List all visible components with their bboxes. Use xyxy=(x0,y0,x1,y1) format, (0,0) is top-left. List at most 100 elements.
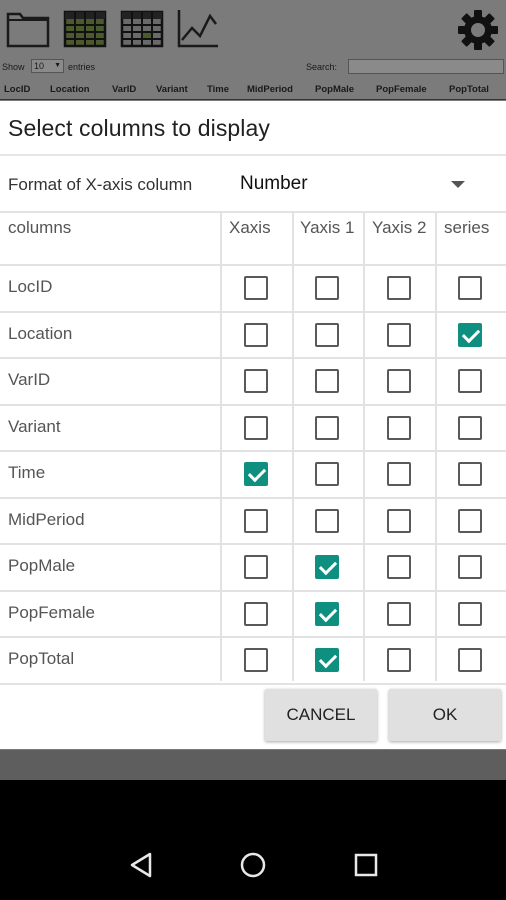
yaxis1-checkbox-poptotal[interactable] xyxy=(315,648,339,672)
xaxis-checkbox-variant[interactable] xyxy=(244,415,268,440)
row-label-varid: VarID xyxy=(8,370,51,389)
ok-button[interactable]: OK xyxy=(389,689,501,741)
yaxis1-checkbox-popmale[interactable] xyxy=(315,555,339,579)
series-checkbox-popfemale[interactable] xyxy=(458,601,482,626)
header-midperiod[interactable]: MidPeriod xyxy=(247,84,293,95)
series-checkbox-location[interactable] xyxy=(458,322,482,347)
dialog-title: Select columns to display xyxy=(8,115,271,141)
yaxis1-checkbox-varid[interactable] xyxy=(315,369,339,393)
yaxis1-checkbox-popfemale[interactable] xyxy=(315,601,339,626)
grid-line xyxy=(0,589,506,592)
row-label-time: Time xyxy=(8,463,46,482)
recents-icon[interactable] xyxy=(346,850,386,880)
series-checkbox-popmale[interactable] xyxy=(458,555,482,579)
grid-line xyxy=(363,211,365,681)
yaxis2-checkbox-popfemale[interactable] xyxy=(387,601,411,626)
back-icon[interactable] xyxy=(122,850,162,880)
cancel-button[interactable]: CANCEL xyxy=(265,689,377,741)
grid-line xyxy=(0,496,506,499)
header-location[interactable]: Location xyxy=(50,84,90,95)
yaxis2-header: Yaxis 2 xyxy=(372,218,427,237)
grid-line xyxy=(0,682,506,685)
background-strip xyxy=(0,750,506,780)
yaxis2-checkbox-locid[interactable] xyxy=(387,276,411,300)
grid-line xyxy=(0,357,506,359)
folder-icon[interactable] xyxy=(6,8,50,50)
xaxis-checkbox-location[interactable] xyxy=(244,322,268,347)
navigation-bar xyxy=(0,780,506,900)
row-label-popmale: PopMale xyxy=(8,556,76,575)
yaxis1-checkbox-midperiod[interactable] xyxy=(315,508,339,533)
format-label: Format of X-axis column xyxy=(8,175,193,194)
header-popmale[interactable]: PopMale xyxy=(315,84,354,95)
grid-line xyxy=(0,403,506,406)
columns-grid: columns Xaxis Yaxis 1 Yaxis 2 series Loc… xyxy=(0,211,506,685)
entries-select-value: 10 xyxy=(34,61,45,71)
title-divider xyxy=(0,154,506,156)
xaxis-checkbox-locid[interactable] xyxy=(244,276,268,300)
header-locid[interactable]: LocID xyxy=(4,84,30,95)
row-label-locid: LocID xyxy=(8,277,53,296)
row-label-variant: Variant xyxy=(8,416,61,436)
row-label-location: Location xyxy=(8,323,73,343)
row-label-poptotal: PopTotal xyxy=(8,649,75,668)
table-controls: Show 10 ▼ entries Search: xyxy=(0,58,506,78)
xaxis-checkbox-midperiod[interactable] xyxy=(244,508,268,533)
table-header: LocID Location VarID Variant Time MidPer… xyxy=(0,80,506,100)
yaxis1-header: Yaxis 1 xyxy=(300,218,355,237)
xaxis-checkbox-time[interactable] xyxy=(244,462,268,486)
search-label: Search: xyxy=(306,62,338,72)
home-icon[interactable] xyxy=(233,850,273,880)
xaxis-header: Xaxis xyxy=(229,218,271,237)
yaxis1-checkbox-locid[interactable] xyxy=(315,276,339,300)
grid-line xyxy=(0,264,506,266)
xaxis-checkbox-popmale[interactable] xyxy=(244,555,268,579)
series-checkbox-midperiod[interactable] xyxy=(458,508,482,533)
search-input[interactable] xyxy=(348,59,504,74)
row-label-popfemale: PopFemale xyxy=(8,602,95,622)
table-icon[interactable] xyxy=(63,8,107,50)
series-checkbox-varid[interactable] xyxy=(458,369,482,393)
yaxis1-checkbox-location[interactable] xyxy=(315,322,339,347)
grid-line xyxy=(435,211,437,681)
series-checkbox-poptotal[interactable] xyxy=(458,648,482,672)
grid-line xyxy=(292,211,294,681)
series-checkbox-locid[interactable] xyxy=(458,276,482,300)
show-label: Show xyxy=(2,62,25,72)
yaxis2-checkbox-time[interactable] xyxy=(387,462,411,486)
yaxis2-checkbox-varid[interactable] xyxy=(387,369,411,393)
header-variant[interactable]: Variant xyxy=(156,84,188,95)
select-columns-dialog: Select columns to display Format of X-ax… xyxy=(0,101,506,749)
header-popfemale[interactable]: PopFemale xyxy=(376,84,427,95)
series-checkbox-time[interactable] xyxy=(458,462,482,486)
entries-select[interactable]: 10 ▼ xyxy=(31,59,64,73)
yaxis2-checkbox-poptotal[interactable] xyxy=(387,648,411,672)
toolbar xyxy=(0,0,506,58)
yaxis2-checkbox-popmale[interactable] xyxy=(387,555,411,579)
series-checkbox-variant[interactable] xyxy=(458,415,482,440)
format-select[interactable]: Number xyxy=(240,173,308,195)
columns-header: columns xyxy=(8,218,72,237)
xaxis-checkbox-varid[interactable] xyxy=(244,369,268,393)
line-chart-icon[interactable] xyxy=(176,8,220,50)
header-poptotal[interactable]: PopTotal xyxy=(449,84,489,95)
header-time[interactable]: Time xyxy=(207,84,229,95)
yaxis1-checkbox-time[interactable] xyxy=(315,462,339,486)
yaxis2-checkbox-midperiod[interactable] xyxy=(387,508,411,533)
gear-icon[interactable] xyxy=(456,8,500,52)
dropdown-arrow-icon: ▼ xyxy=(54,62,61,69)
header-varid[interactable]: VarID xyxy=(112,84,136,95)
grid-line xyxy=(0,211,506,213)
yaxis1-checkbox-variant[interactable] xyxy=(315,415,339,440)
grid-line xyxy=(0,636,506,638)
dropdown-arrow-icon[interactable] xyxy=(451,181,465,188)
yaxis2-checkbox-variant[interactable] xyxy=(387,415,411,440)
grid-line xyxy=(0,450,506,452)
table-icon[interactable] xyxy=(120,8,164,50)
yaxis2-checkbox-location[interactable] xyxy=(387,322,411,347)
grid-line xyxy=(0,543,506,545)
xaxis-checkbox-poptotal[interactable] xyxy=(244,648,268,672)
entries-label: entries xyxy=(68,62,96,72)
xaxis-checkbox-popfemale[interactable] xyxy=(244,601,268,626)
grid-line xyxy=(220,211,222,681)
